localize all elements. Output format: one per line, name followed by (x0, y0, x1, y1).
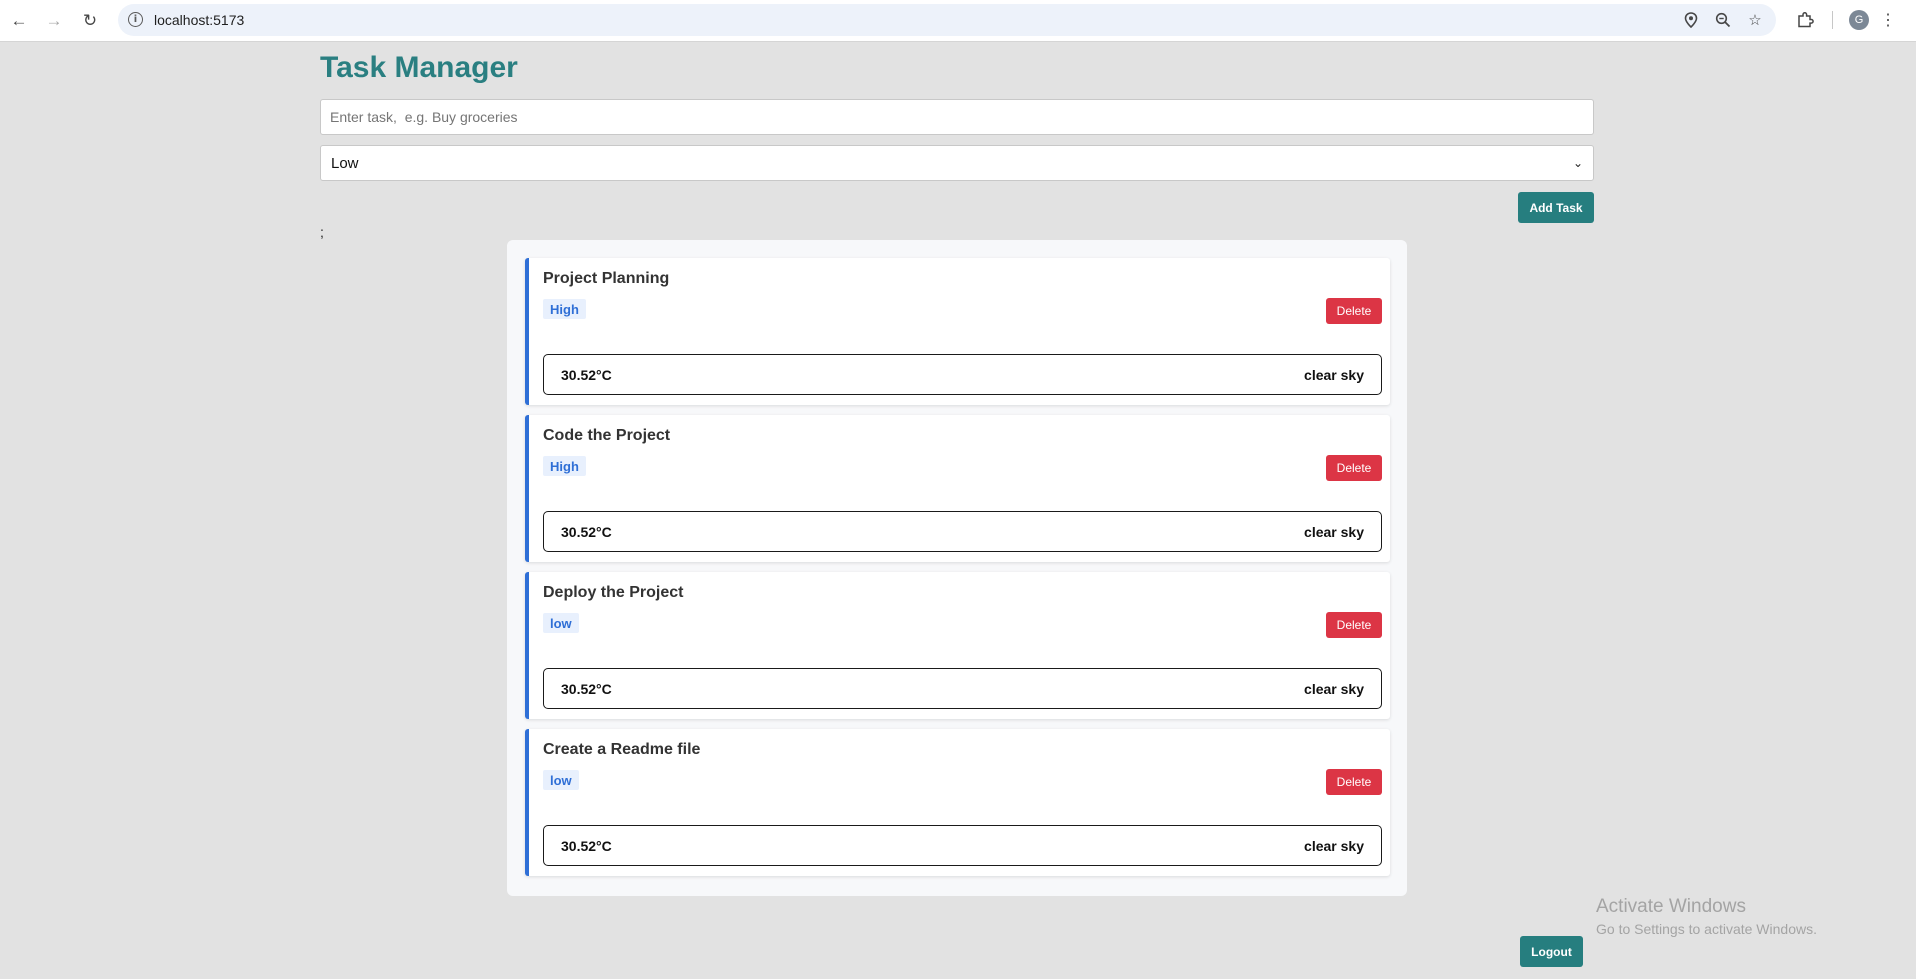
reload-icon[interactable]: ↻ (78, 8, 102, 32)
weather-condition: clear sky (1304, 366, 1364, 383)
delete-button[interactable]: Delete (1326, 298, 1382, 324)
task-card: Project Planning High Delete 30.52°C cle… (525, 258, 1390, 405)
extensions-icon[interactable] (1794, 9, 1816, 31)
location-icon[interactable] (1681, 10, 1701, 30)
task-name: Deploy the Project (543, 584, 684, 601)
weather-info: 30.52°C clear sky (543, 825, 1382, 866)
weather-condition: clear sky (1304, 837, 1364, 854)
profile-avatar[interactable]: G (1849, 10, 1869, 30)
task-card: Create a Readme file low Delete 30.52°C … (525, 729, 1390, 876)
forward-arrow-icon[interactable]: → (42, 8, 66, 32)
page-title: Task Manager (320, 51, 518, 84)
delete-button[interactable]: Delete (1326, 769, 1382, 795)
address-bar[interactable]: i localhost:5173 ☆ (118, 4, 1776, 36)
weather-condition: clear sky (1304, 523, 1364, 540)
weather-info: 30.52°C clear sky (543, 511, 1382, 552)
task-input[interactable] (320, 99, 1594, 135)
priority-select-value: Low (331, 154, 359, 172)
weather-info: 30.52°C clear sky (543, 668, 1382, 709)
weather-condition: clear sky (1304, 680, 1364, 697)
task-name: Create a Readme file (543, 741, 701, 758)
site-info-icon[interactable]: i (128, 12, 143, 27)
windows-activation-subtitle: Go to Settings to activate Windows. (1596, 921, 1817, 937)
toolbar-separator (1832, 11, 1833, 29)
stray-text: ; (320, 224, 324, 240)
back-arrow-icon[interactable]: ← (7, 8, 31, 32)
zoom-icon[interactable] (1713, 10, 1733, 30)
weather-temperature: 30.52°C (561, 523, 612, 540)
task-name: Project Planning (543, 270, 670, 287)
priority-select[interactable]: Low ⌄ (320, 145, 1594, 181)
delete-button[interactable]: Delete (1326, 455, 1382, 481)
bookmark-star-icon[interactable]: ☆ (1745, 10, 1765, 30)
url-text[interactable]: localhost:5173 (154, 12, 244, 28)
task-list: Project Planning High Delete 30.52°C cle… (507, 240, 1407, 896)
priority-badge: low (543, 613, 579, 633)
kebab-menu-icon[interactable]: ⋮ (1877, 9, 1899, 31)
chevron-down-icon: ⌄ (1572, 156, 1583, 170)
task-card: Deploy the Project low Delete 30.52°C cl… (525, 572, 1390, 719)
logout-button[interactable]: Logout (1520, 936, 1583, 967)
weather-temperature: 30.52°C (561, 366, 612, 383)
windows-activation-title: Activate Windows (1596, 896, 1746, 917)
priority-badge: High (543, 456, 586, 476)
weather-info: 30.52°C clear sky (543, 354, 1382, 395)
priority-badge: low (543, 770, 579, 790)
add-task-button[interactable]: Add Task (1518, 192, 1594, 223)
task-card: Code the Project High Delete 30.52°C cle… (525, 415, 1390, 562)
weather-temperature: 30.52°C (561, 837, 612, 854)
weather-temperature: 30.52°C (561, 680, 612, 697)
priority-badge: High (543, 299, 586, 319)
task-name: Code the Project (543, 427, 671, 444)
browser-toolbar: ← → ↻ i localhost:5173 ☆ G ⋮ (0, 0, 1916, 42)
delete-button[interactable]: Delete (1326, 612, 1382, 638)
